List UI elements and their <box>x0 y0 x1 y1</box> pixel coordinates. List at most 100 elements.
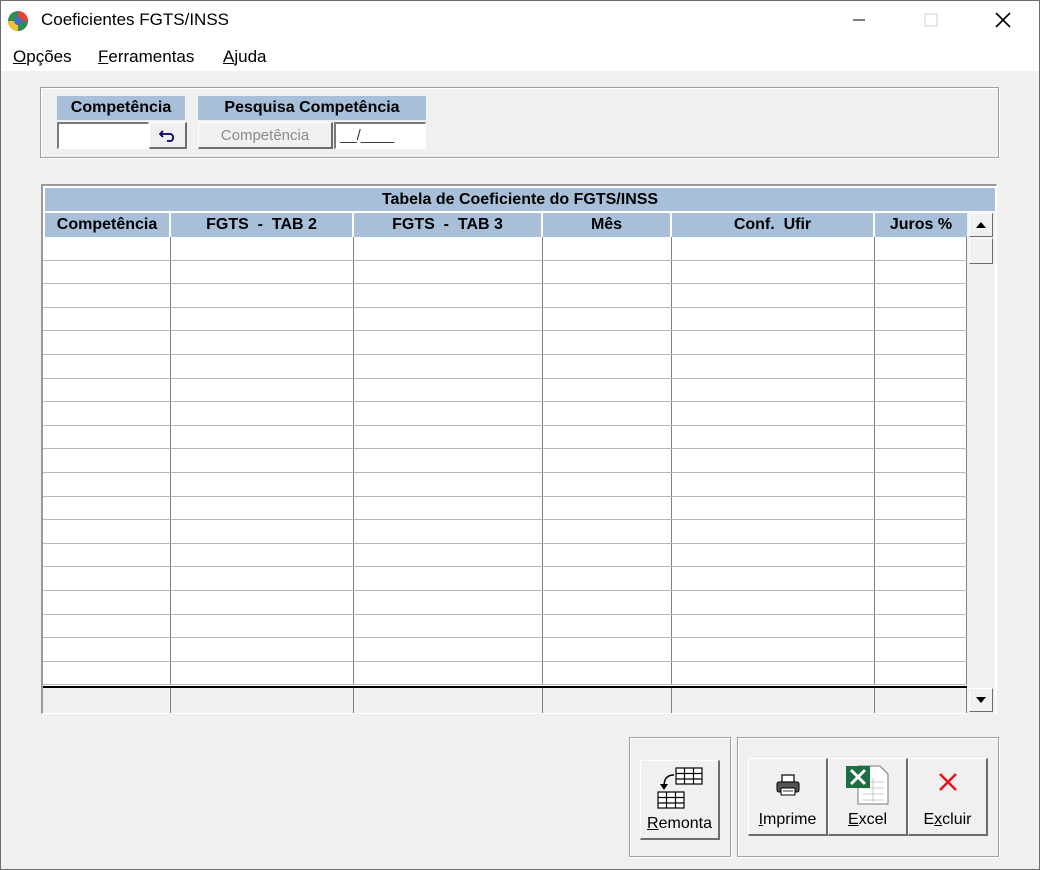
menu-ferramentas[interactable]: Ferramentas <box>98 47 194 67</box>
table-cell[interactable] <box>672 284 875 307</box>
scroll-up-button[interactable] <box>969 213 993 237</box>
table-row[interactable] <box>43 496 967 521</box>
table-cell[interactable] <box>354 520 543 543</box>
table-row[interactable] <box>43 378 967 403</box>
table-cell[interactable] <box>672 425 875 449</box>
table-cell[interactable] <box>543 402 672 425</box>
table-row[interactable] <box>43 425 967 450</box>
table-cell[interactable] <box>672 449 875 472</box>
table-cell[interactable] <box>43 520 171 543</box>
table-cell[interactable] <box>875 331 967 354</box>
table-cell[interactable] <box>543 638 672 661</box>
table-cell[interactable] <box>543 543 672 567</box>
table-row[interactable] <box>43 591 967 615</box>
col-header-fgts-tab2[interactable]: FGTS - TAB 2 <box>171 213 354 237</box>
table-cell[interactable] <box>171 284 354 307</box>
pesquisa-competencia-input[interactable]: __/____ <box>334 122 426 149</box>
table-cell[interactable] <box>354 591 543 614</box>
table-cell[interactable] <box>354 425 543 449</box>
table-cell[interactable] <box>875 591 967 614</box>
table-row[interactable] <box>43 402 967 426</box>
table-cell[interactable] <box>171 591 354 614</box>
table-cell[interactable] <box>171 638 354 661</box>
table-cell[interactable] <box>672 260 875 284</box>
table-cell[interactable] <box>875 661 967 685</box>
imprime-button[interactable]: Imprime <box>748 758 828 836</box>
table-cell[interactable] <box>672 543 875 567</box>
table-cell[interactable] <box>354 567 543 590</box>
table-row[interactable] <box>43 284 967 308</box>
table-cell[interactable] <box>672 331 875 354</box>
table-row[interactable] <box>43 355 967 379</box>
table-cell[interactable] <box>354 331 543 354</box>
table-cell[interactable] <box>354 638 543 661</box>
maximize-button[interactable] <box>908 1 954 39</box>
table-cell[interactable] <box>43 331 171 354</box>
table-cell[interactable] <box>43 402 171 425</box>
table-cell[interactable] <box>171 355 354 378</box>
table-cell[interactable] <box>875 402 967 425</box>
table-cell[interactable] <box>43 661 171 685</box>
table-cell[interactable] <box>43 237 171 260</box>
table-cell[interactable] <box>43 284 171 307</box>
table-cell[interactable] <box>875 284 967 307</box>
table-cell[interactable] <box>672 473 875 496</box>
table-cell[interactable] <box>354 284 543 307</box>
table-cell[interactable] <box>171 496 354 520</box>
table-cell[interactable] <box>543 473 672 496</box>
table-row[interactable] <box>43 661 967 686</box>
table-cell[interactable] <box>875 567 967 590</box>
table-cell[interactable] <box>543 237 672 260</box>
table-cell[interactable] <box>354 378 543 402</box>
table-cell[interactable] <box>354 449 543 472</box>
table-cell[interactable] <box>354 260 543 284</box>
table-cell[interactable] <box>43 260 171 284</box>
table-cell[interactable] <box>171 449 354 472</box>
table-row[interactable] <box>43 449 967 473</box>
table-cell[interactable] <box>354 614 543 638</box>
table-cell[interactable] <box>543 284 672 307</box>
table-cell[interactable] <box>171 543 354 567</box>
table-cell[interactable] <box>354 355 543 378</box>
table-cell[interactable] <box>672 614 875 638</box>
col-header-mes[interactable]: Mês <box>543 213 672 237</box>
table-cell[interactable] <box>875 614 967 638</box>
table-cell[interactable] <box>43 355 171 378</box>
table-cell[interactable] <box>171 331 354 354</box>
table-cell[interactable] <box>43 614 171 638</box>
table-cell[interactable] <box>875 260 967 284</box>
table-cell[interactable] <box>43 567 171 590</box>
table-cell[interactable] <box>543 614 672 638</box>
table-row[interactable] <box>43 260 967 285</box>
table-cell[interactable] <box>543 567 672 590</box>
table-cell[interactable] <box>171 402 354 425</box>
table-cell[interactable] <box>543 355 672 378</box>
table-cell[interactable] <box>171 567 354 590</box>
table-row[interactable] <box>43 307 967 332</box>
table-cell[interactable] <box>543 496 672 520</box>
table-cell[interactable] <box>171 260 354 284</box>
table-cell[interactable] <box>543 520 672 543</box>
table-cell[interactable] <box>354 237 543 260</box>
table-cell[interactable] <box>543 661 672 685</box>
table-cell[interactable] <box>43 638 171 661</box>
table-cell[interactable] <box>171 378 354 402</box>
table-cell[interactable] <box>171 661 354 685</box>
table-cell[interactable] <box>354 496 543 520</box>
excluir-button[interactable]: Excluir <box>908 758 988 836</box>
table-cell[interactable] <box>171 520 354 543</box>
undo-button[interactable] <box>149 122 187 149</box>
table-cell[interactable] <box>171 425 354 449</box>
table-cell[interactable] <box>354 402 543 425</box>
table-cell[interactable] <box>543 378 672 402</box>
table-cell[interactable] <box>875 378 967 402</box>
table-cell[interactable] <box>43 449 171 472</box>
table-cell[interactable] <box>43 543 171 567</box>
scroll-thumb[interactable] <box>969 238 993 264</box>
table-cell[interactable] <box>875 638 967 661</box>
table-cell[interactable] <box>43 591 171 614</box>
excel-button[interactable]: Excel <box>828 758 908 836</box>
table-cell[interactable] <box>875 355 967 378</box>
table-cell[interactable] <box>875 449 967 472</box>
pesquisa-competencia-button[interactable]: Competência <box>198 122 333 149</box>
